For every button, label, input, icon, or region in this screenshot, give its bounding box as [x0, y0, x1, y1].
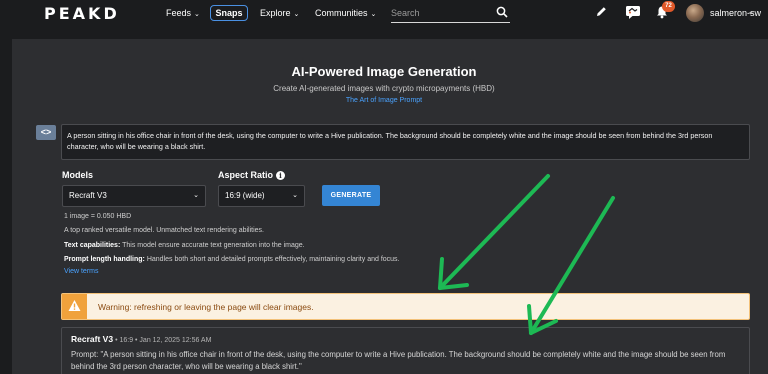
prompt-length-value: Handles both short and detailed prompts … — [144, 256, 400, 263]
aspect-ratio-value: 16:9 (wide) — [225, 191, 265, 200]
model-select-value: Recraft V3 — [69, 191, 107, 200]
page-title: AI-Powered Image Generation — [291, 64, 477, 79]
nav-communities-label: Communities — [315, 8, 368, 18]
warning-icon-box — [62, 294, 87, 319]
prompt-length-label: Prompt length handling: — [64, 256, 145, 263]
model-description: A top ranked versatile model. Unmatched … — [64, 227, 264, 234]
chevron-down-icon: ⌄ — [193, 192, 199, 199]
chevron-down-icon: ⌄ — [194, 11, 200, 18]
nav-snaps[interactable]: Snaps — [210, 5, 248, 21]
aspect-ratio-label: Aspect Ratio — [218, 170, 274, 180]
model-select[interactable]: Recraft V3 ⌄ — [62, 185, 206, 207]
chat-icon[interactable] — [625, 5, 641, 20]
peakd-logo[interactable]: PEAKD — [44, 4, 120, 23]
result-prompt: Prompt: "A person sitting in his office … — [71, 350, 726, 371]
prompt-textarea[interactable]: A person sitting in his office chair in … — [61, 124, 750, 160]
top-nav: PEAKD Feeds ⌄ Snaps Explore ⌄ Communities ⌄… — [0, 0, 768, 26]
result-header: Recraft V3 • 16:9 • Jan 12, 2025 12:56 AM — [71, 334, 211, 344]
generate-button[interactable]: GENERATE — [322, 185, 380, 206]
notification-count-badge: 72 — [662, 1, 675, 12]
aspect-ratio-select[interactable]: 16:9 (wide) ⌄ — [218, 185, 305, 207]
info-icon[interactable]: i — [276, 171, 286, 180]
search-bar — [391, 3, 510, 23]
warning-icon — [68, 300, 81, 311]
models-label: Models — [62, 170, 94, 180]
nav-feeds[interactable]: Feeds ⌄ — [166, 8, 200, 18]
price-text: 1 image = 0.050 HBD — [64, 213, 132, 220]
text-capabilities: Text capabilities: This model ensure acc… — [64, 242, 305, 249]
prompt-length-handling: Prompt length handling: Handles both sho… — [64, 256, 400, 263]
nav-explore[interactable]: Explore ⌄ — [260, 8, 299, 18]
nav-communities[interactable]: Communities ⌄ — [315, 8, 376, 18]
chevron-down-icon: ⌄ — [370, 11, 377, 18]
page-subtitle: Create AI-generated images with crypto m… — [273, 84, 495, 93]
search-icon[interactable] — [496, 6, 508, 18]
pencil-icon[interactable] — [595, 5, 608, 18]
view-terms-link[interactable]: View terms — [64, 268, 99, 275]
search-input[interactable] — [391, 5, 491, 20]
warning-text: Warning: refreshing or leaving the page … — [98, 302, 314, 312]
result-card: Recraft V3 • 16:9 • Jan 12, 2025 12:56 AM… — [61, 327, 750, 374]
text-capabilities-value: This model ensure accurate text generati… — [120, 242, 305, 249]
avatar[interactable] — [686, 4, 704, 22]
result-model: Recraft V3 — [71, 334, 114, 344]
nav-explore-label: Explore — [260, 8, 291, 18]
warning-banner: Warning: refreshing or leaving the page … — [61, 293, 750, 320]
chevron-down-icon: ⌄ — [293, 11, 300, 18]
result-meta: • 16:9 • Jan 12, 2025 12:56 AM — [115, 337, 212, 344]
code-toggle-icon[interactable]: <> — [36, 125, 56, 140]
nav-feeds-label: Feeds — [166, 8, 192, 18]
art-of-prompt-link[interactable]: The Art of Image Prompt — [0, 97, 768, 104]
text-capabilities-label: Text capabilities: — [64, 242, 121, 249]
aspect-ratio-label-wrap: Aspect Ratio i — [218, 170, 286, 180]
chevron-down-icon[interactable]: ⌄ — [748, 8, 754, 16]
chevron-down-icon: ⌄ — [292, 192, 298, 199]
